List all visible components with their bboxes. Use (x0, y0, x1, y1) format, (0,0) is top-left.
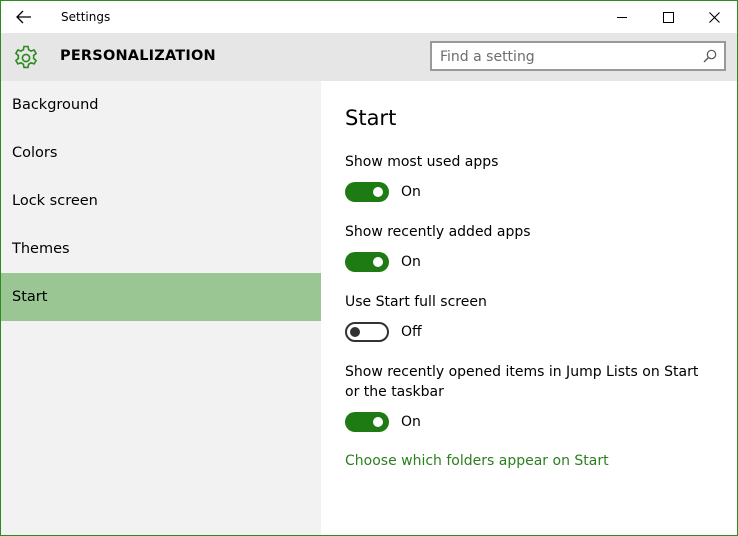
sidebar-item-label: Themes (12, 241, 70, 257)
sidebar-item-background[interactable]: Background (1, 81, 321, 129)
maximize-button[interactable] (645, 1, 691, 33)
setting-label-recently-added: Show recently added apps (345, 224, 531, 240)
search-box[interactable] (430, 41, 726, 71)
gear-icon (14, 45, 38, 69)
toggle-most-used-apps[interactable] (345, 182, 389, 202)
section-header: PERSONALIZATION (1, 33, 737, 81)
toggle-state-recently-added: On (401, 254, 421, 270)
content-pane: Start Show most used apps On Show recent… (321, 81, 737, 535)
sidebar-item-lock-screen[interactable]: Lock screen (1, 177, 321, 225)
sidebar-item-label: Start (12, 289, 48, 305)
sidebar: Background Colors Lock screen Themes Sta… (1, 81, 321, 535)
toggle-knob (373, 257, 383, 267)
setting-label-jump-lists: Show recently opened items in Jump Lists… (345, 364, 699, 400)
arrow-left-icon (16, 10, 31, 24)
page-title: Start (345, 106, 397, 130)
close-button[interactable] (691, 1, 737, 33)
maximize-icon (662, 11, 674, 23)
minimize-button[interactable] (599, 1, 645, 33)
toggle-jump-lists[interactable] (345, 412, 389, 432)
toggle-knob (350, 327, 360, 337)
title-bar: Settings (1, 1, 737, 33)
toggle-knob (373, 187, 383, 197)
toggle-state-jump-lists: On (401, 414, 421, 430)
choose-folders-link[interactable]: Choose which folders appear on Start (345, 453, 609, 469)
setting-label-full-screen: Use Start full screen (345, 294, 487, 310)
sidebar-item-colors[interactable]: Colors (1, 129, 321, 177)
sidebar-item-label: Background (12, 97, 99, 113)
minimize-icon (617, 17, 627, 18)
sidebar-item-start[interactable]: Start (1, 273, 321, 321)
toggle-knob (373, 417, 383, 427)
app-title: Settings (61, 10, 111, 24)
toggle-state-most-used: On (401, 184, 421, 200)
close-icon (708, 11, 720, 23)
toggle-start-full-screen[interactable] (345, 322, 389, 342)
toggle-state-full-screen: Off (401, 324, 422, 340)
search-icon[interactable] (703, 49, 717, 63)
sidebar-item-themes[interactable]: Themes (1, 225, 321, 273)
setting-label-most-used: Show most used apps (345, 154, 499, 170)
settings-window: Settings PERSONALIZATION Find a setting … (0, 0, 738, 536)
sidebar-item-label: Lock screen (12, 193, 98, 209)
section-title: PERSONALIZATION (60, 48, 216, 64)
toggle-recently-added-apps[interactable] (345, 252, 389, 272)
sidebar-item-label: Colors (12, 145, 58, 161)
back-button[interactable] (1, 1, 47, 33)
search-input[interactable] (440, 47, 690, 67)
